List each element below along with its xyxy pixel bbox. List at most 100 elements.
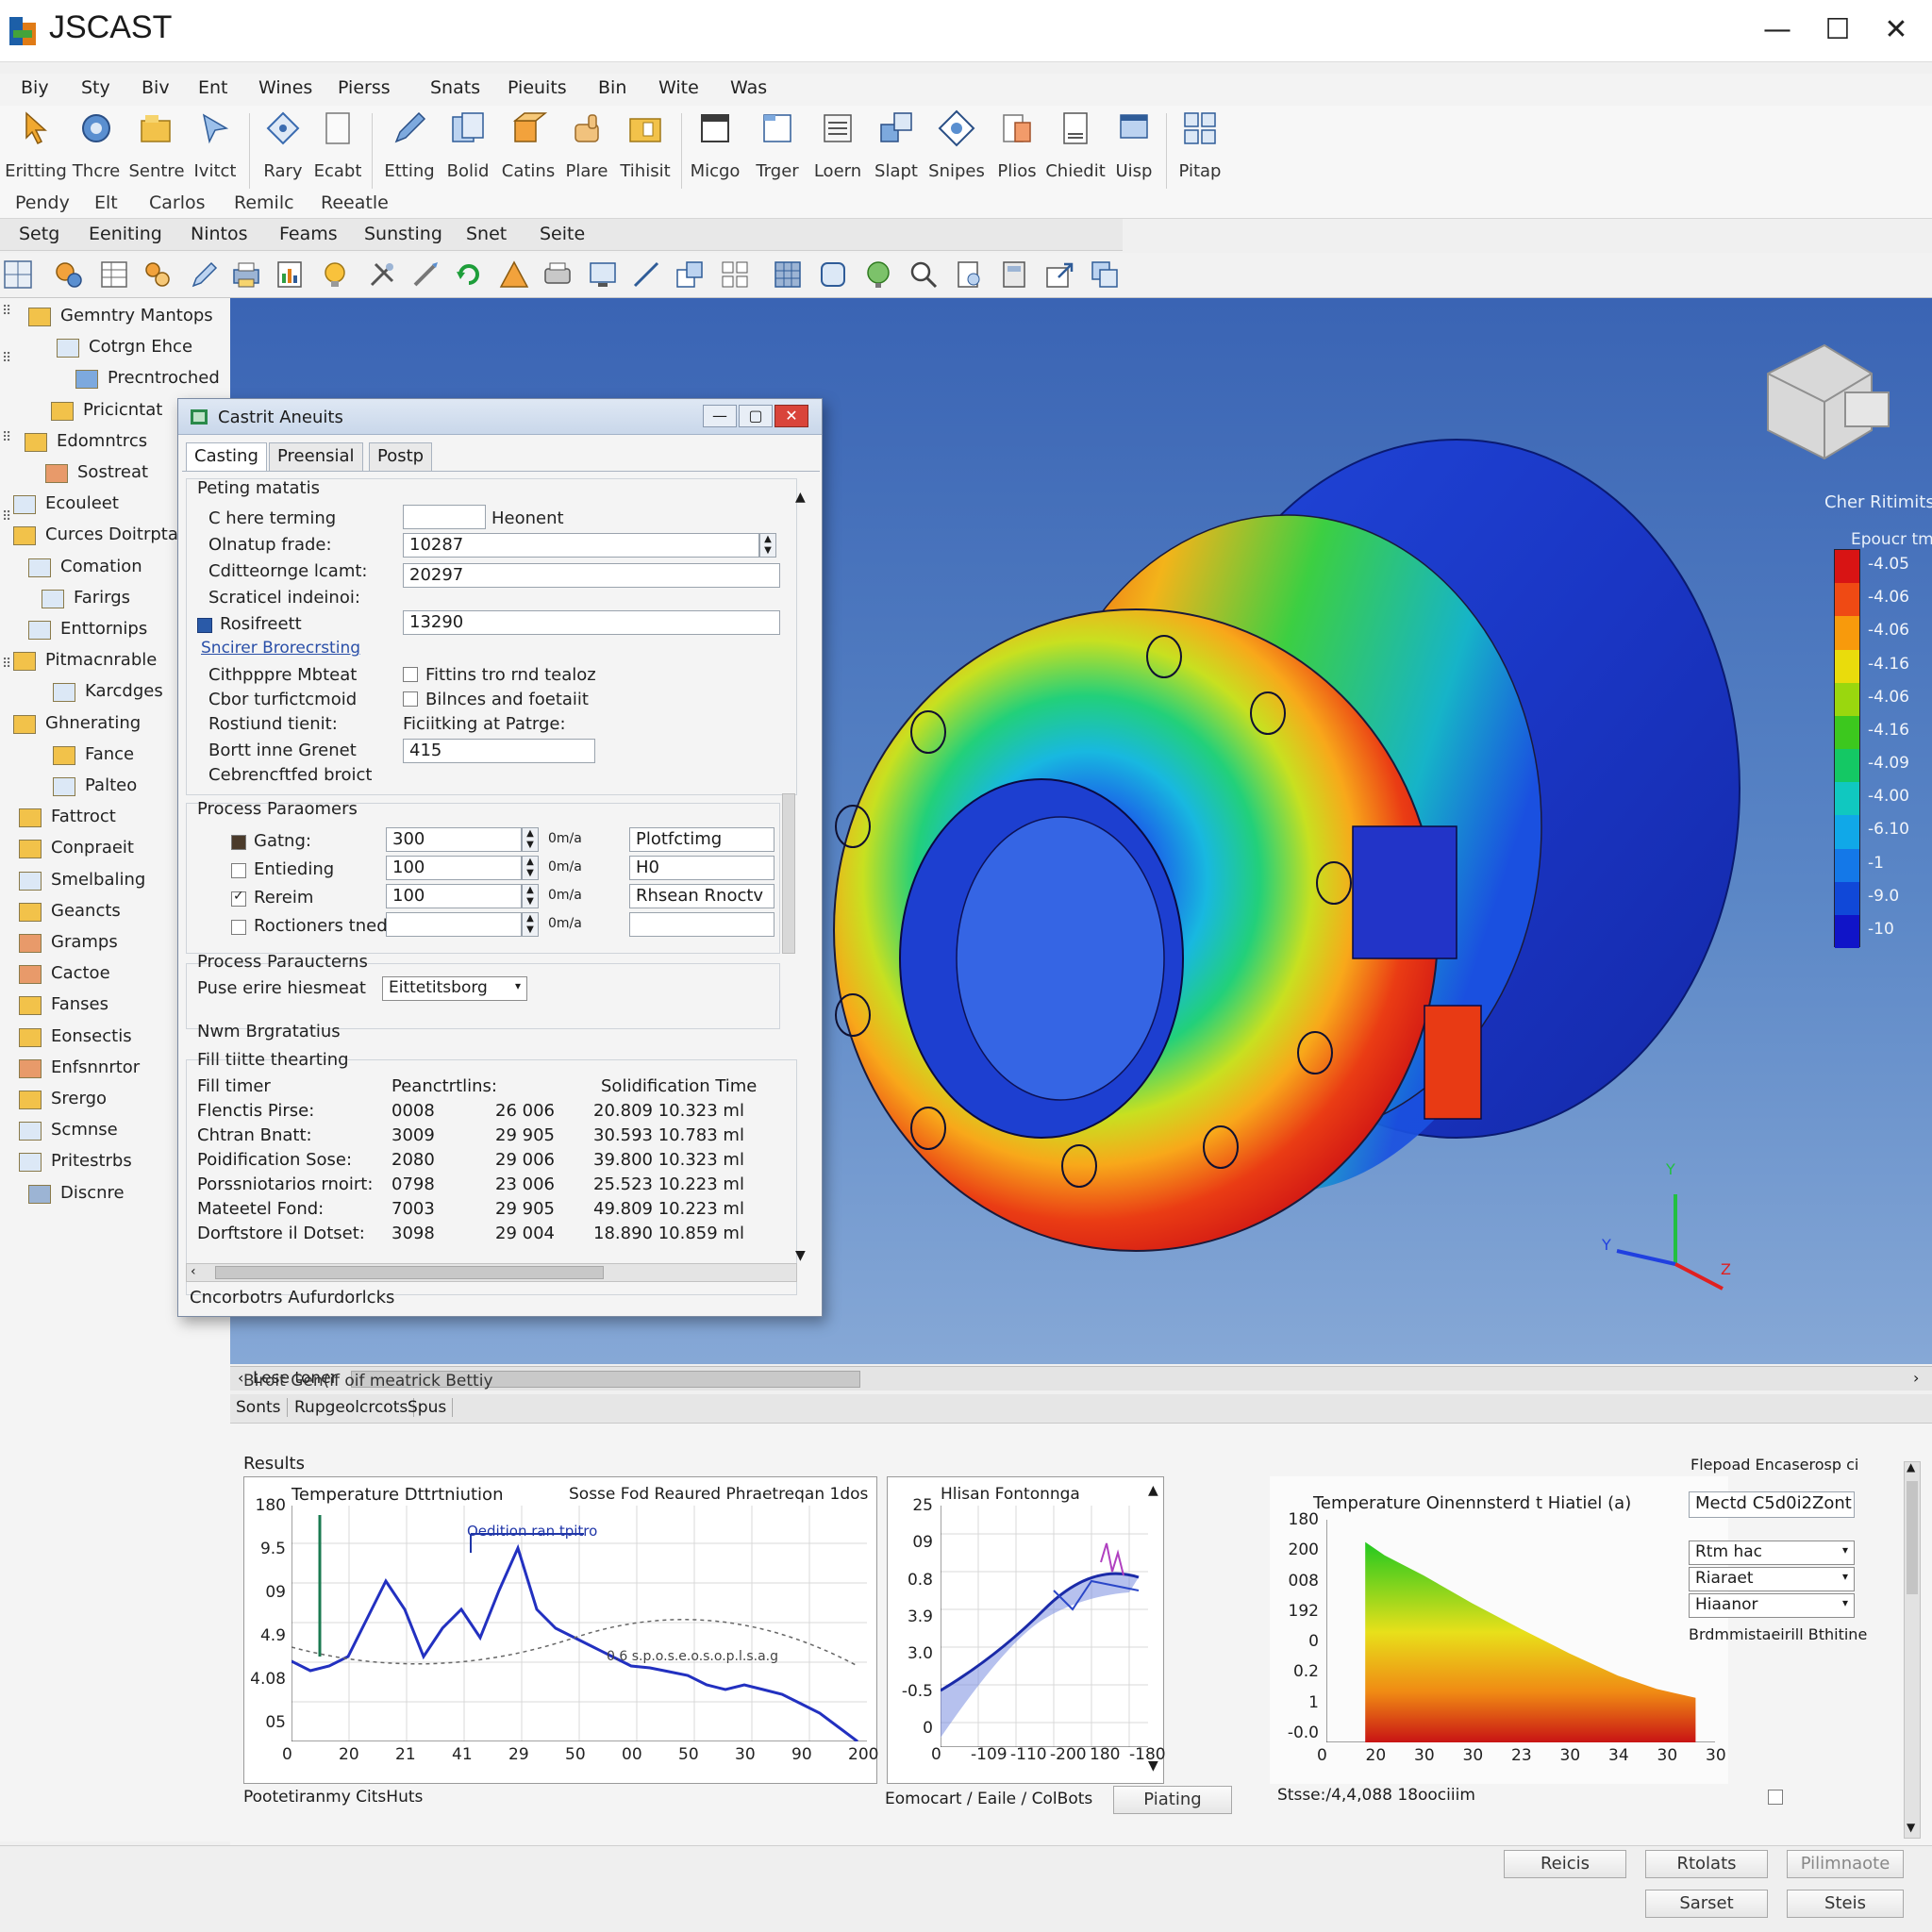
link-brorecrsting[interactable]: Sncirer Brorecrsting	[201, 639, 360, 658]
chain-icon[interactable]	[142, 258, 174, 291]
pencil-icon[interactable]	[189, 258, 221, 291]
chart-doc-icon[interactable]	[274, 258, 306, 291]
menu-item[interactable]: Snats	[430, 77, 480, 98]
input-field[interactable]: 100	[386, 884, 522, 908]
line-tool-icon[interactable]	[630, 258, 662, 291]
chart2-plot[interactable]	[941, 1506, 1148, 1747]
magnifier-icon[interactable]	[908, 258, 940, 291]
input-field[interactable]: Plotfctimg	[629, 827, 774, 852]
table-hscrollbar[interactable]: ‹	[186, 1263, 797, 1282]
chart3-plot[interactable]	[1326, 1520, 1715, 1742]
chart1-plot[interactable]	[291, 1506, 867, 1741]
panel-scrollbar[interactable]: ▲ ▼	[1904, 1460, 1921, 1839]
drag-handle-icon[interactable]: ⠿	[2, 430, 11, 445]
resize-icon[interactable]	[674, 258, 706, 291]
checkbox-checked[interactable]: ✓	[231, 889, 246, 907]
tools-icon[interactable]	[366, 258, 398, 291]
table-row[interactable]: Flenctis Pirse: 0008 26 006 20.809 10.323 m…	[197, 1101, 782, 1124]
rtolats-button[interactable]: Rtolats	[1645, 1850, 1768, 1878]
scroll-up-icon[interactable]: ▲	[1148, 1483, 1158, 1498]
pilimnaote-button[interactable]: Pilimnaote	[1787, 1850, 1904, 1878]
dialog-scrollbar[interactable]	[782, 793, 795, 954]
ribbon-button-slapt[interactable]: Slapt	[868, 109, 924, 181]
ribbon-button-chiedit[interactable]: Chiedit	[1045, 109, 1106, 181]
tab-rupgeolcrcots[interactable]: Rupgeolcrcots	[294, 1398, 415, 1417]
ribbon-button-tihisit[interactable]: Tihisit	[617, 109, 674, 181]
dialog-tab-casting[interactable]: Casting	[186, 442, 267, 471]
ribbon-button-pitap[interactable]: Pitap	[1172, 109, 1228, 181]
view-cube[interactable]	[1767, 343, 1890, 460]
dropdown[interactable]: Eittetitsborg ▾	[382, 976, 527, 1001]
input-field[interactable]: 10287	[403, 533, 759, 558]
calculator-icon[interactable]	[998, 258, 1030, 291]
refresh-icon[interactable]	[453, 258, 485, 291]
ribbon-button-etting[interactable]: Etting	[381, 109, 438, 181]
brush-icon[interactable]	[409, 258, 441, 291]
maximize-button[interactable]: ☐	[1815, 9, 1860, 51]
scroll-right-icon[interactable]: ›	[1913, 1369, 1919, 1387]
drag-handle-icon[interactable]: ⠿	[2, 304, 11, 319]
side-input[interactable]: Mectd C5d0i2Zont	[1689, 1491, 1855, 1518]
menu-item[interactable]: Wite	[658, 77, 699, 98]
tab-spus[interactable]: Spus	[408, 1398, 454, 1417]
rounded-square-icon[interactable]	[817, 258, 849, 291]
grid-icon[interactable]	[2, 258, 34, 291]
side-dropdown[interactable]: Hiaanor ▾	[1689, 1593, 1855, 1618]
tab-snet[interactable]: Snet	[466, 224, 507, 244]
tab-feams[interactable]: Feams	[279, 224, 338, 244]
spinner-icon[interactable]: ▲ ▼	[522, 827, 539, 852]
tab-setg[interactable]: Setg	[19, 224, 59, 244]
side-dropdown[interactable]: Rtm hac ▾	[1689, 1541, 1855, 1565]
drag-handle-icon[interactable]: ⠿	[2, 657, 11, 672]
print-preview-icon[interactable]	[953, 258, 985, 291]
menu-item[interactable]: Wines	[258, 77, 312, 98]
dialog-tab-postp[interactable]: Postp	[369, 442, 433, 471]
menu-item[interactable]: Sty	[81, 77, 110, 98]
tiles-icon[interactable]	[719, 258, 751, 291]
spinner-icon[interactable]: ▲ ▼	[759, 533, 776, 558]
scroll-up-icon[interactable]: ▲	[1907, 1460, 1915, 1474]
ribbon-button-loern[interactable]: Loern	[809, 109, 866, 181]
dialog-minimize-button[interactable]: —	[703, 405, 737, 427]
dialog-maximize-button[interactable]: ▢	[739, 405, 773, 427]
menu-item[interactable]: Biy	[21, 77, 49, 98]
checkbox[interactable]	[231, 863, 246, 878]
input-field[interactable]: 13290	[403, 610, 780, 635]
close-button[interactable]: ✕	[1874, 9, 1919, 51]
dialog-close-button[interactable]: ✕	[774, 405, 808, 427]
printer-alt-icon[interactable]	[541, 258, 574, 291]
input-field[interactable]	[403, 505, 486, 529]
ribbon-button-plare[interactable]: Plare	[558, 109, 615, 181]
piating-button[interactable]: Piating	[1113, 1786, 1232, 1814]
minimize-button[interactable]: —	[1755, 9, 1800, 51]
ribbon-button-snipes[interactable]: Snipes	[928, 109, 985, 181]
side-dropdown[interactable]: Riaraet ▾	[1689, 1567, 1855, 1591]
warning-triangle-icon[interactable]	[498, 258, 530, 291]
menu-item[interactable]: Ent	[198, 77, 228, 98]
input-field[interactable]: 20297	[403, 563, 780, 588]
windows-icon[interactable]	[1089, 258, 1121, 291]
tab-nintos[interactable]: Nintos	[191, 224, 248, 244]
menu-item[interactable]: Bin	[598, 77, 626, 98]
table-row[interactable]: Mateetel Fond: 7003 29 905 49.809 10.223 ml	[197, 1199, 782, 1222]
scroll-thumb[interactable]	[1907, 1481, 1918, 1594]
checkbox[interactable]	[403, 667, 418, 682]
table-row[interactable]: Chtran Bnatt: 3009 29 905 30.593 10.783 ml	[197, 1125, 782, 1148]
input-field[interactable]: 100	[386, 856, 522, 880]
scroll-up-icon[interactable]: ▲	[795, 490, 806, 505]
ribbon-button-ivitct[interactable]: Ivitct	[187, 109, 243, 181]
steis-button[interactable]: Steis	[1787, 1890, 1904, 1918]
checkbox[interactable]	[231, 835, 246, 850]
drag-handle-icon[interactable]: ⠿	[2, 509, 11, 525]
drag-handle-icon[interactable]: ⠿	[2, 351, 11, 366]
tab-eeniting[interactable]: Eeniting	[89, 224, 162, 244]
input-field[interactable]: Rhsean Rnoctv	[629, 884, 774, 908]
ribbon-button-catins[interactable]: Catins	[500, 109, 557, 181]
scroll-down-icon[interactable]: ▼	[1907, 1821, 1915, 1834]
spinner-icon[interactable]: ▲ ▼	[522, 912, 539, 937]
input-field[interactable]	[386, 912, 522, 937]
input-field[interactable]: 300	[386, 827, 522, 852]
tab-sonts[interactable]: Sonts	[236, 1398, 288, 1417]
scroll-down-icon[interactable]: ▼	[1148, 1758, 1158, 1774]
globe-icon[interactable]	[862, 258, 894, 291]
